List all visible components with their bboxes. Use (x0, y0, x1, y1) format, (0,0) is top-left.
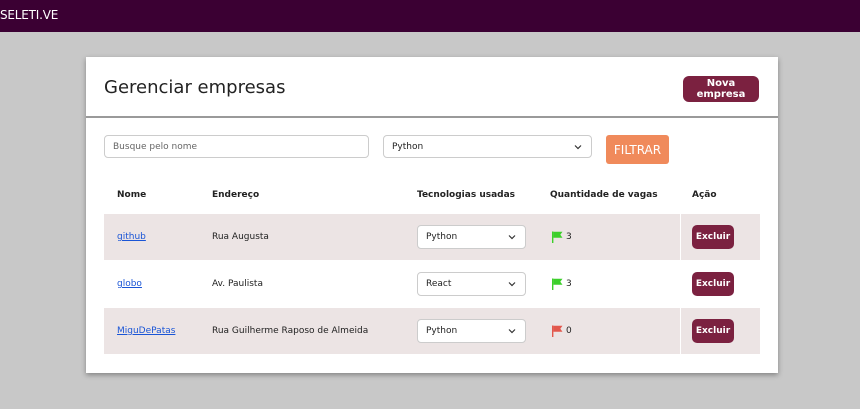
company-technology-value: React (426, 279, 452, 289)
delete-button[interactable]: Excluir (692, 225, 734, 249)
search-input[interactable] (104, 135, 369, 158)
chevron-down-icon (508, 235, 516, 240)
job-count: 3 (566, 232, 572, 242)
chevron-down-icon (574, 144, 582, 149)
column-header-technologies: Tecnologias usadas (417, 190, 516, 200)
flag-icon (552, 325, 563, 337)
top-navbar: SELETI.VE (0, 0, 860, 32)
company-address: Rua Guilherme Raposo de Almeida (212, 326, 369, 336)
job-count: 0 (566, 326, 572, 336)
delete-button[interactable]: Excluir (692, 272, 734, 296)
company-technology-select[interactable]: React (417, 272, 526, 296)
column-header-action: Ação (692, 190, 717, 200)
delete-button[interactable]: Excluir (692, 319, 734, 343)
column-header-address: Endereço (212, 190, 260, 200)
company-technology-select[interactable]: Python (417, 319, 526, 343)
table-row: globo Av. Paulista React 3 Excluir (104, 261, 760, 307)
flag-icon (552, 278, 563, 290)
company-technology-value: Python (426, 232, 458, 242)
job-count: 3 (566, 279, 572, 289)
table-row: github Rua Augusta Python 3 Excluir (104, 214, 760, 260)
technology-filter-select[interactable]: Python (383, 135, 592, 158)
filter-button[interactable]: FILTRAR (606, 135, 669, 164)
company-name-link[interactable]: MiguDePatas (117, 326, 175, 336)
table-row: MiguDePatas Rua Guilherme Raposo de Alme… (104, 308, 760, 354)
chevron-down-icon (508, 329, 516, 334)
flag-icon (552, 231, 563, 243)
new-company-button[interactable]: Nova empresa (683, 76, 759, 102)
companies-panel: Gerenciar empresas Nova empresa Python F… (86, 57, 778, 373)
header-divider (86, 116, 778, 118)
company-technology-select[interactable]: Python (417, 225, 526, 249)
column-header-name: Nome (117, 190, 147, 200)
company-name-link[interactable]: globo (117, 279, 142, 289)
company-address: Rua Augusta (212, 232, 269, 242)
column-separator (680, 214, 681, 260)
technology-filter-value: Python (392, 141, 424, 152)
column-header-jobs: Quantidade de vagas (550, 190, 658, 200)
company-technology-value: Python (426, 326, 458, 336)
chevron-down-icon (508, 282, 516, 287)
column-separator (680, 308, 681, 354)
company-address: Av. Paulista (212, 279, 263, 289)
page-title: Gerenciar empresas (104, 77, 286, 98)
company-name-link[interactable]: github (117, 232, 146, 242)
brand-logo[interactable]: SELETI.VE (0, 8, 58, 22)
